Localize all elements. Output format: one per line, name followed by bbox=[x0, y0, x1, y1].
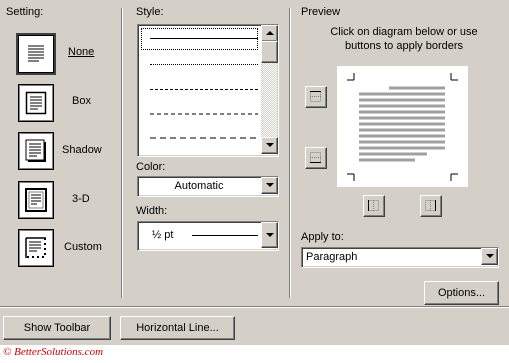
setting-none-label: None bbox=[68, 46, 95, 58]
chevron-down-icon bbox=[486, 254, 494, 258]
setting-3d-button[interactable] bbox=[18, 181, 54, 219]
scroll-up-button[interactable] bbox=[261, 25, 278, 42]
setting-none-icon bbox=[28, 45, 44, 62]
setting-none-button[interactable] bbox=[18, 35, 54, 73]
right-border-icon bbox=[425, 200, 436, 211]
setting-box-button[interactable] bbox=[18, 84, 54, 122]
separator-right bbox=[289, 8, 291, 298]
setting-3d-icon bbox=[25, 188, 47, 212]
setting-label: Setting: bbox=[6, 6, 44, 18]
apply-to-label: Apply to: bbox=[301, 231, 344, 243]
separator-left bbox=[121, 8, 123, 298]
horizontal-line-button[interactable]: Horizontal Line... bbox=[120, 316, 235, 340]
width-dropdown-button[interactable] bbox=[261, 222, 278, 248]
color-dropdown[interactable]: Automatic bbox=[137, 176, 279, 197]
preview-page-graphic bbox=[347, 73, 458, 181]
style-scrollbar[interactable] bbox=[261, 25, 278, 154]
setting-custom-label: Custom bbox=[64, 241, 102, 253]
top-border-button[interactable] bbox=[305, 86, 327, 108]
setting-box-icon bbox=[25, 91, 47, 115]
left-border-icon bbox=[368, 200, 379, 211]
setting-3d-label: 3-D bbox=[72, 193, 90, 205]
style-line-solid[interactable] bbox=[150, 38, 258, 39]
chevron-down-icon bbox=[266, 183, 274, 187]
apply-to-dropdown-button[interactable] bbox=[481, 248, 498, 265]
right-border-button[interactable] bbox=[420, 195, 442, 217]
style-line-dashed-medium[interactable] bbox=[150, 113, 258, 115]
color-dropdown-button[interactable] bbox=[261, 177, 278, 194]
style-line-dotted[interactable] bbox=[150, 64, 258, 65]
width-value: ½ pt bbox=[152, 229, 174, 241]
style-item-selected[interactable] bbox=[141, 28, 258, 50]
bottom-border-button[interactable] bbox=[305, 147, 327, 169]
left-border-button[interactable] bbox=[363, 195, 385, 217]
chevron-down-icon bbox=[266, 233, 274, 237]
color-value: Automatic bbox=[174, 180, 224, 192]
chevron-up-icon bbox=[266, 31, 274, 35]
setting-custom-button[interactable] bbox=[18, 229, 54, 267]
setting-box-label: Box bbox=[72, 95, 91, 107]
style-line-dashed-small[interactable] bbox=[150, 89, 258, 90]
top-border-icon bbox=[310, 91, 321, 102]
width-label: Width: bbox=[136, 205, 168, 217]
bottom-border-icon bbox=[310, 152, 321, 163]
borders-dialog: Setting: None Box Shadow 3-D Custom Styl… bbox=[0, 0, 509, 345]
width-dropdown[interactable]: ½ pt bbox=[137, 221, 279, 251]
setting-shadow-icon bbox=[25, 139, 46, 162]
setting-custom-icon bbox=[25, 237, 46, 258]
scroll-thumb[interactable] bbox=[261, 41, 278, 63]
scroll-down-button[interactable] bbox=[261, 137, 278, 154]
width-line-sample bbox=[192, 235, 258, 236]
preview-instructions: Click on diagram below or use buttons to… bbox=[330, 26, 478, 52]
preview-diagram[interactable] bbox=[337, 66, 468, 187]
apply-to-dropdown[interactable]: Paragraph bbox=[301, 247, 499, 268]
bottom-separator bbox=[0, 306, 509, 308]
options-button[interactable]: Options... bbox=[424, 281, 499, 305]
chevron-down-icon bbox=[266, 143, 274, 147]
style-listbox[interactable] bbox=[137, 24, 279, 157]
style-label: Style: bbox=[136, 6, 164, 18]
watermark-text: © BetterSolutions.com bbox=[3, 346, 104, 358]
preview-label: Preview bbox=[301, 6, 341, 18]
apply-to-value: Paragraph bbox=[306, 251, 358, 263]
show-toolbar-button[interactable]: Show Toolbar bbox=[3, 316, 111, 340]
style-line-dashed-large[interactable] bbox=[150, 137, 258, 139]
setting-shadow-button[interactable] bbox=[18, 132, 54, 170]
color-label: Color: bbox=[136, 161, 166, 173]
setting-shadow-label: Shadow bbox=[62, 144, 102, 156]
